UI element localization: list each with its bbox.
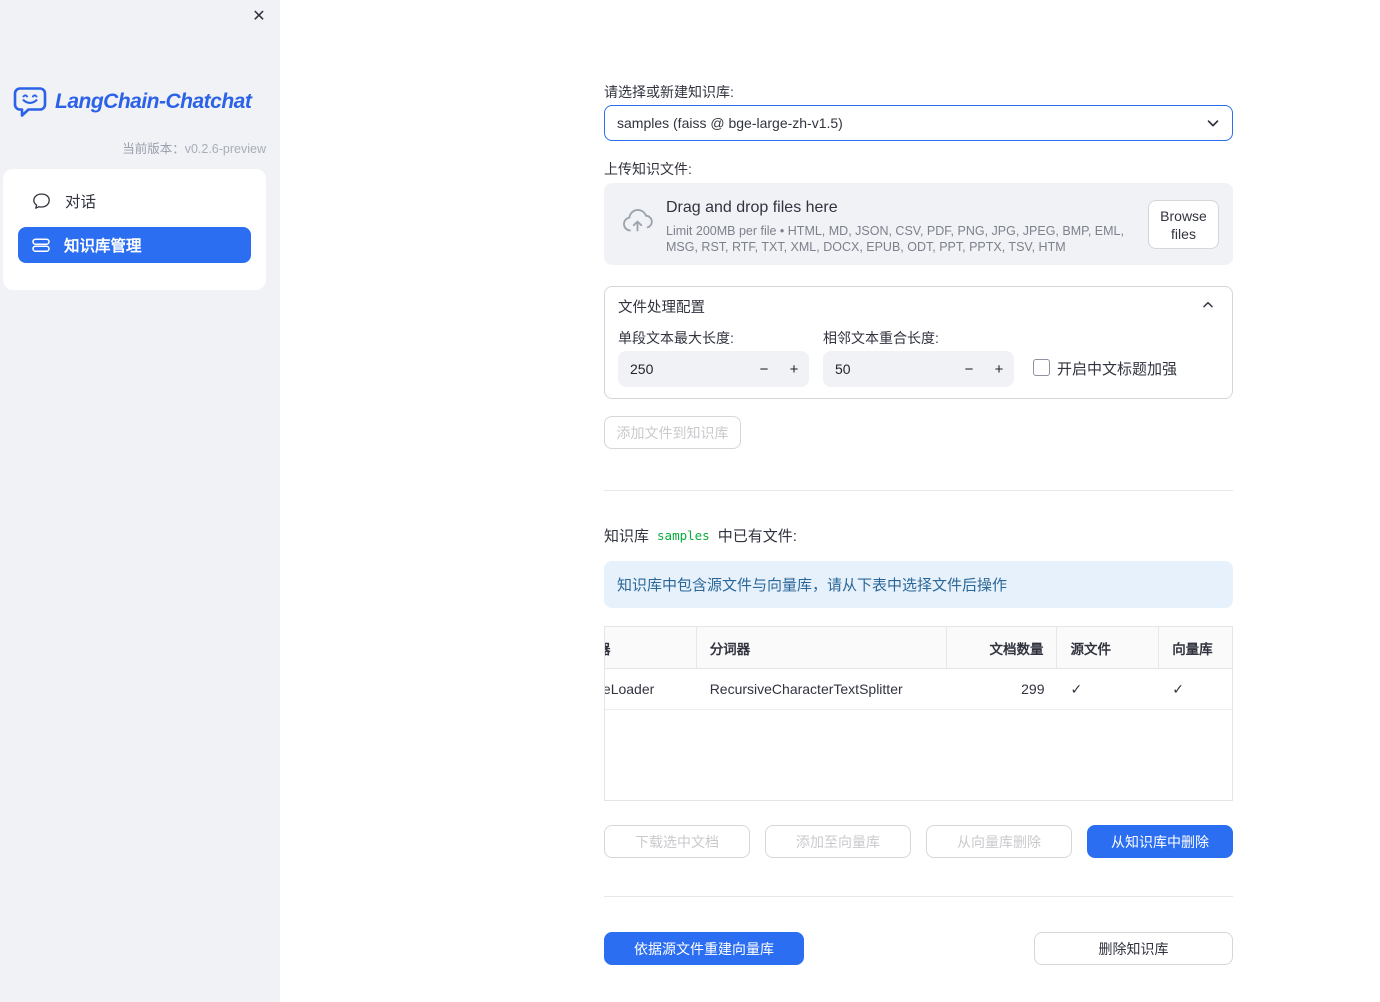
rebuild-vector-store-button[interactable]: 依据源文件重建向量库 [604, 932, 804, 965]
col-header-splitter[interactable]: 分词器 [697, 627, 947, 668]
cell-loader: UnstructuredFileLoader [605, 681, 655, 697]
file-dropzone[interactable]: Drag and drop files here Limit 200MB per… [604, 183, 1233, 265]
chunk-size-value[interactable]: 250 [618, 361, 749, 377]
browse-files-button[interactable]: Browse files [1148, 200, 1219, 249]
info-message-box: 知识库中包含源文件与向量库，请从下表中选择文件后操作 [604, 561, 1233, 608]
sidebar-close-icon[interactable]: ✕ [248, 6, 270, 28]
kb-files-table[interactable]: 文档加载器 分词器 文档数量 源文件 向量库 UnstructuredFileL… [604, 626, 1233, 801]
chunk-size-label: 单段文本最大长度: [618, 330, 734, 346]
sidebar-item-label: 知识库管理 [64, 238, 142, 255]
download-selected-button[interactable]: 下载选中文档 [604, 825, 750, 858]
minus-stepper[interactable]: − [954, 361, 984, 378]
zh-title-enhance-checkbox[interactable] [1033, 359, 1050, 376]
cell-source-file-check: ✓ [1070, 680, 1083, 697]
chunk-size-input[interactable]: 250 − + [618, 351, 809, 387]
table-row[interactable]: UnstructuredFileLoader RecursiveCharacte… [605, 669, 1232, 710]
expander-title[interactable]: 文件处理配置 [618, 296, 705, 317]
overlap-size-label: 相邻文本重合长度: [823, 330, 939, 346]
chat-smiley-logo-icon [12, 86, 48, 118]
dropzone-title: Drag and drop files here [666, 199, 838, 216]
chevron-up-icon[interactable] [1200, 297, 1216, 313]
dropzone-hint: Limit 200MB per file • HTML, MD, JSON, C… [666, 224, 1124, 254]
col-header-vector-store[interactable]: 向量库 [1159, 627, 1232, 668]
minus-stepper[interactable]: − [749, 361, 779, 378]
kb-select-label: 请选择或新建知识库: [604, 84, 734, 100]
kb-files-heading: 知识库 samples 中已有文件: [604, 525, 797, 546]
col-header-doc-count[interactable]: 文档数量 [947, 627, 1058, 668]
upload-label: 上传知识文件: [604, 161, 692, 177]
stacked-bars-icon [32, 236, 50, 254]
col-header-source-file[interactable]: 源文件 [1057, 627, 1160, 668]
col-header-loader[interactable]: 文档加载器 [605, 627, 697, 668]
overlap-size-input[interactable]: 50 − + [823, 351, 1014, 387]
cell-vector-store-check: ✓ [1172, 680, 1184, 697]
table-header-row: 文档加载器 分词器 文档数量 源文件 向量库 [605, 627, 1232, 669]
cell-doc-count: 299 [1021, 681, 1045, 697]
cell-splitter: RecursiveCharacterTextSplitter [709, 681, 903, 697]
chat-bubble-icon [32, 192, 51, 210]
add-files-to-kb-button[interactable]: 添加文件到知识库 [604, 416, 741, 449]
divider [604, 490, 1233, 491]
plus-stepper[interactable]: + [779, 361, 809, 378]
chevron-down-icon [1207, 120, 1219, 127]
zh-title-enhance-label: 开启中文标题加强 [1057, 361, 1178, 378]
sidebar-item-label: 对话 [65, 194, 97, 211]
kb-files-prefix: 知识库 [604, 528, 650, 545]
delete-from-kb-button[interactable]: 从知识库中删除 [1087, 825, 1233, 858]
kb-files-suffix: 中已有文件: [717, 528, 797, 545]
version-label: 当前版本： [122, 142, 185, 156]
delete-kb-button[interactable]: 删除知识库 [1034, 932, 1233, 965]
kb-select-value: samples (faiss @ bge-large-zh-v1.5) [617, 115, 843, 131]
page: ✕ LangChain-Chatchat 当前版本：v0.2.6-preview [0, 0, 1380, 1002]
divider [604, 896, 1233, 897]
delete-from-vector-store-button[interactable]: 从向量库删除 [926, 825, 1072, 858]
overlap-size-value[interactable]: 50 [823, 361, 954, 377]
kb-name-code: samples [657, 528, 710, 543]
cloud-upload-icon [621, 208, 654, 235]
sidebar: ✕ LangChain-Chatchat 当前版本：v0.2.6-preview [0, 0, 280, 1002]
brand-logo: LangChain-Chatchat [12, 86, 252, 118]
sidebar-item-knowledge-base[interactable]: 知识库管理 [18, 227, 251, 263]
add-to-vector-store-button[interactable]: 添加至向量库 [765, 825, 911, 858]
file-config-expander: 文件处理配置 单段文本最大长度: 相邻文本重合长度: 250 − + 50 − … [604, 286, 1233, 399]
brand-title: LangChain-Chatchat [55, 90, 252, 113]
kb-select[interactable]: samples (faiss @ bge-large-zh-v1.5) [604, 105, 1233, 141]
info-message-text: 知识库中包含源文件与向量库，请从下表中选择文件后操作 [617, 577, 1008, 594]
version-value: v0.2.6-preview [184, 142, 266, 156]
sidebar-menu: 对话 知识库管理 [3, 169, 266, 290]
plus-stepper[interactable]: + [984, 361, 1014, 378]
version-info: 当前版本：v0.2.6-preview [122, 138, 266, 157]
sidebar-item-dialogue[interactable]: 对话 [18, 183, 251, 219]
